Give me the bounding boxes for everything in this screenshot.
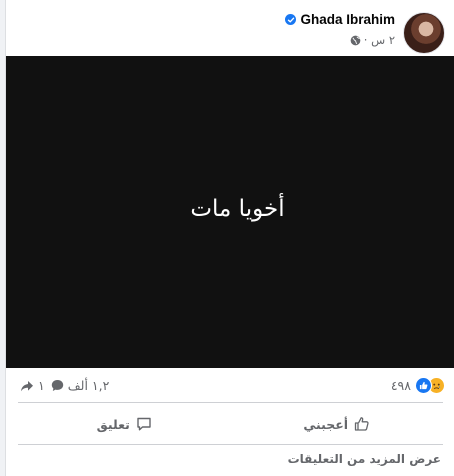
comment-icon	[137, 417, 151, 431]
avatar[interactable]	[403, 12, 445, 54]
divider	[18, 444, 443, 445]
shares-count: ١	[38, 378, 45, 393]
author-row: Ghada Ibrahim	[285, 12, 395, 27]
like-label: أعجبني	[303, 416, 349, 432]
post-card: Ghada Ibrahim ٢ س · أخويا مات ١ ١,٢ ألف …	[5, 0, 454, 476]
comment-bubble-icon	[51, 380, 63, 391]
post-actions: تعليق أعجبني	[18, 408, 443, 440]
comments-stat[interactable]: ١,٢ ألف	[51, 378, 110, 393]
author-name[interactable]: Ghada Ibrahim	[300, 12, 395, 27]
like-button[interactable]: أعجبني	[231, 408, 444, 440]
like-icon	[415, 377, 432, 394]
post-media[interactable]: أخويا مات	[6, 56, 454, 368]
verified-badge-icon	[285, 14, 297, 25]
shares-stat[interactable]: ١	[20, 378, 45, 393]
reactions[interactable]: ٤٩٨	[391, 377, 445, 394]
post-body-text: أخويا مات	[190, 196, 285, 222]
comment-button[interactable]: تعليق	[18, 408, 231, 440]
comments-count: ١,٢ ألف	[67, 378, 110, 393]
divider	[18, 402, 443, 403]
globe-icon	[350, 35, 361, 45]
reactions-summary: ١ ١,٢ ألف ٤٩٨	[6, 374, 454, 400]
post-header: Ghada Ibrahim ٢ س ·	[16, 8, 445, 54]
reaction-icons	[415, 377, 445, 394]
share-icon	[21, 380, 33, 391]
reactions-count: ٤٩٨	[390, 378, 411, 393]
engagement-stats: ١ ١,٢ ألف	[20, 378, 109, 393]
view-more-comments-link[interactable]: عرض المزيد من التعليقات	[288, 452, 441, 466]
post-time[interactable]: ٢ س ·	[364, 33, 395, 47]
thumbs-up-icon	[354, 417, 369, 431]
comment-label: تعليق	[96, 416, 130, 432]
post-meta: ٢ س ·	[350, 33, 395, 47]
